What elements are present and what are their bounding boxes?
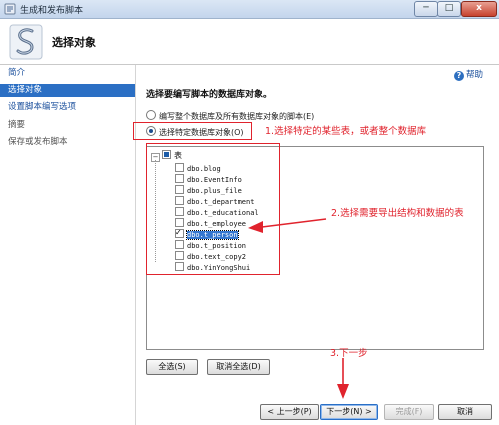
close-button[interactable]: x: [461, 1, 497, 17]
finish-button: 完成(F): [384, 404, 434, 420]
app-icon: [4, 3, 16, 15]
annotation-box-radio: [133, 122, 252, 140]
minimize-button[interactable]: ─: [414, 1, 438, 17]
help-icon: ?: [454, 71, 464, 81]
section-heading: 选择要编写脚本的数据库对象。: [146, 90, 273, 100]
previous-button[interactable]: < 上一步(P): [260, 404, 319, 420]
help-label: 帮助: [466, 70, 484, 80]
annotation-box-tables: [146, 143, 280, 275]
maximize-button[interactable]: □: [437, 1, 461, 17]
select-all-button[interactable]: 全选(S): [146, 359, 198, 375]
sidebar-item-intro[interactable]: 简介: [0, 67, 135, 80]
deselect-all-button[interactable]: 取消全选(D): [207, 359, 270, 375]
next-button[interactable]: 下一步(N) >: [320, 404, 378, 420]
wizard-header: 选择对象: [0, 19, 499, 65]
sidebar-item-save-publish: 保存或发布脚本: [8, 137, 68, 147]
wizard-steps-sidebar: 简介 选择对象 设置脚本编写选项 摘要 保存或发布脚本: [0, 65, 136, 425]
sidebar-item-summary: 摘要: [8, 120, 26, 130]
annotation-note-1: 1.选择特定的某些表，或者整个数据库: [265, 126, 427, 137]
annotation-note-2: 2.选择需要导出结构和数据的表: [331, 208, 464, 219]
radio-circle: [146, 110, 156, 120]
sidebar-item-select-objects[interactable]: 选择对象: [0, 84, 135, 97]
script-scroll-icon: [9, 24, 43, 60]
sidebar-item-scripting-options[interactable]: 设置脚本编写选项: [0, 101, 135, 114]
annotation-note-3: 3.下一步: [330, 348, 368, 359]
page-title: 选择对象: [52, 36, 96, 49]
radio-script-entire-db[interactable]: 编写整个数据库及所有数据库对象的脚本(E): [146, 110, 314, 122]
help-link[interactable]: ? 帮助: [454, 68, 483, 81]
window-title: 生成和发布脚本: [20, 6, 84, 16]
radio-label: 编写整个数据库及所有数据库对象的脚本(E): [159, 112, 315, 121]
title-bar: 生成和发布脚本 ─ □ x: [0, 0, 499, 19]
cancel-button[interactable]: 取消: [438, 404, 492, 420]
